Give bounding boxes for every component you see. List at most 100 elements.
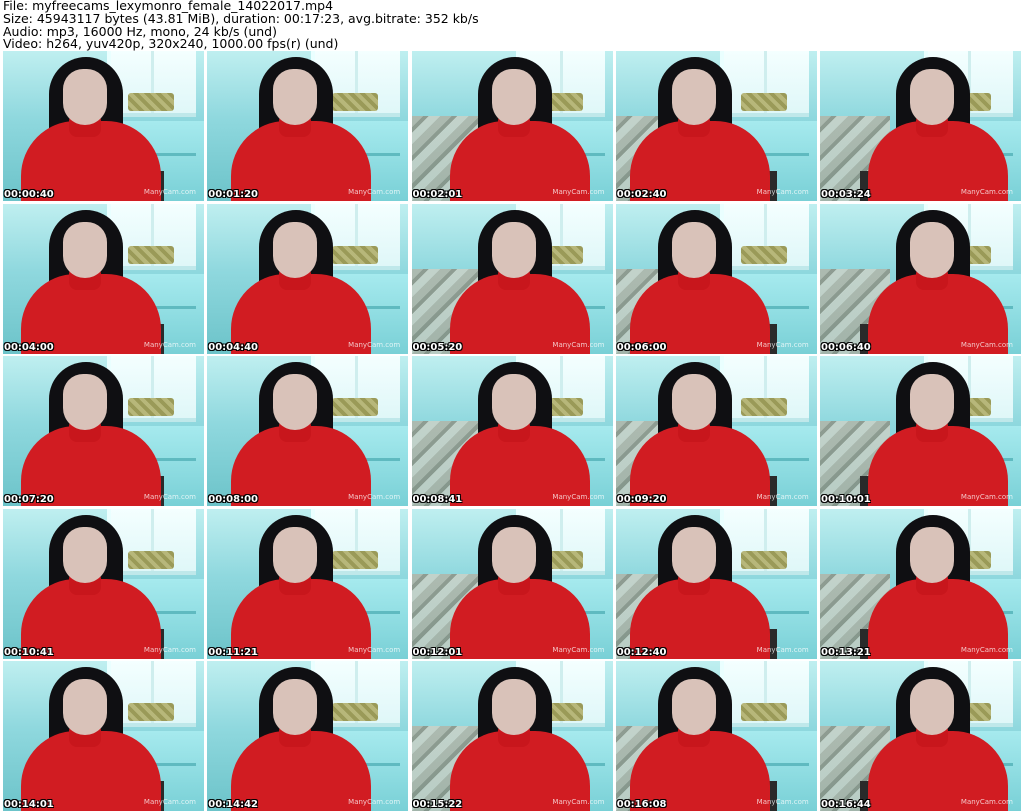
video-thumbnail[interactable]: ManyCam.com 00:13:21: [820, 508, 1021, 659]
pillow-illustration: [740, 703, 787, 721]
pillow-illustration: [740, 550, 787, 569]
face-illustration: [910, 69, 954, 125]
watermark-text: ManyCam.com: [143, 340, 196, 349]
video-thumbnail[interactable]: ManyCam.com 00:16:08: [615, 661, 817, 811]
face-illustration: [63, 679, 107, 735]
watermark-text: ManyCam.com: [552, 798, 605, 806]
pillow-illustration: [332, 93, 379, 111]
watermark-text: ManyCam.com: [756, 188, 809, 196]
face-illustration: [491, 526, 536, 583]
video-thumbnail[interactable]: ManyCam.com 00:16:44: [820, 661, 1021, 811]
video-thumbnail[interactable]: ManyCam.com 00:03:24: [820, 51, 1021, 201]
face-illustration: [671, 374, 716, 430]
thumbnail-timestamp: 00:02:40: [616, 189, 667, 200]
pillow-illustration: [332, 245, 379, 264]
pillow-illustration: [740, 245, 787, 264]
face-illustration: [273, 69, 318, 125]
pillow-illustration: [128, 550, 174, 569]
watermark-text: ManyCam.com: [756, 798, 809, 806]
pillow-illustration: [332, 703, 379, 721]
video-thumbnail[interactable]: ManyCam.com 00:02:40: [615, 51, 817, 201]
watermark-text: ManyCam.com: [143, 493, 196, 501]
face-illustration: [273, 374, 318, 430]
video-thumbnail[interactable]: ManyCam.com 00:14:42: [207, 661, 409, 811]
video-thumbnail[interactable]: ManyCam.com 00:09:20: [615, 356, 817, 506]
watermark-text: ManyCam.com: [143, 188, 196, 196]
watermark-text: ManyCam.com: [348, 798, 401, 806]
thumbnail-timestamp: 00:07:20: [4, 494, 54, 505]
thumbnail-timestamp: 00:04:40: [208, 341, 258, 353]
thumbnail-timestamp: 00:15:22: [412, 799, 463, 810]
face-illustration: [63, 221, 107, 278]
pillow-illustration: [128, 93, 174, 111]
face-illustration: [671, 526, 716, 583]
file-info-header: File: myfreecams_lexymonro_female_140220…: [3, 0, 1021, 51]
video-thumbnail[interactable]: ManyCam.com 00:11:21: [207, 508, 409, 659]
video-thumbnail[interactable]: ManyCam.com 00:01:20: [207, 51, 409, 201]
thumbnail-timestamp: 00:12:40: [616, 646, 667, 658]
thumbnail-timestamp: 00:00:40: [4, 189, 54, 200]
video-thumbnail[interactable]: ManyCam.com 00:10:41: [3, 508, 204, 659]
face-illustration: [910, 374, 954, 430]
thumbnail-timestamp: 00:14:42: [208, 799, 258, 810]
video-thumbnail[interactable]: ManyCam.com 00:05:20: [411, 203, 613, 354]
video-thumbnail[interactable]: ManyCam.com 00:02:01: [411, 51, 613, 201]
pillow-illustration: [332, 550, 379, 569]
video-thumbnail[interactable]: ManyCam.com 00:12:01: [411, 508, 613, 659]
thumbnail-grid: ManyCam.com 00:00:40 ManyCam.com 00:01:20 Ma…: [3, 51, 1021, 811]
video-thumbnail[interactable]: ManyCam.com 00:06:00: [615, 203, 817, 354]
thumbnail-timestamp: 00:08:41: [412, 494, 463, 505]
video-thumbnail[interactable]: ManyCam.com 00:08:41: [411, 356, 613, 506]
pillow-illustration: [740, 93, 787, 111]
face-illustration: [273, 221, 318, 278]
watermark-text: ManyCam.com: [960, 340, 1013, 349]
thumbnail-timestamp: 00:10:41: [4, 646, 54, 658]
face-illustration: [491, 221, 536, 278]
face-illustration: [671, 221, 716, 278]
face-illustration: [910, 679, 954, 735]
thumbnail-timestamp: 00:11:21: [208, 646, 258, 658]
video-thumbnail[interactable]: ManyCam.com 00:12:40: [615, 508, 817, 659]
video-thumbnail[interactable]: ManyCam.com 00:15:22: [411, 661, 613, 811]
video-thumbnail[interactable]: ManyCam.com 00:10:01: [820, 356, 1021, 506]
video-info-line: Video: h264, yuv420p, 320x240, 1000.00 f…: [3, 36, 339, 52]
thumbnail-timestamp: 00:03:24: [821, 189, 871, 200]
pillow-illustration: [128, 245, 174, 264]
watermark-text: ManyCam.com: [756, 645, 809, 654]
face-illustration: [910, 526, 954, 583]
face-illustration: [273, 526, 318, 583]
face-illustration: [63, 69, 107, 125]
thumbnail-timestamp: 00:06:00: [616, 341, 667, 353]
watermark-text: ManyCam.com: [960, 798, 1013, 806]
face-illustration: [671, 679, 716, 735]
video-thumbnail[interactable]: ManyCam.com 00:07:20: [3, 356, 204, 506]
pillow-illustration: [740, 398, 787, 416]
watermark-text: ManyCam.com: [348, 188, 401, 196]
video-thumbnail[interactable]: ManyCam.com 00:04:00: [3, 203, 204, 354]
watermark-text: ManyCam.com: [756, 340, 809, 349]
face-illustration: [63, 374, 107, 430]
video-thumbnail[interactable]: ManyCam.com 00:06:40: [820, 203, 1021, 354]
watermark-text: ManyCam.com: [348, 645, 401, 654]
video-thumbnail[interactable]: ManyCam.com 00:08:00: [207, 356, 409, 506]
video-thumbnail[interactable]: ManyCam.com 00:14:01: [3, 661, 204, 811]
thumbnail-timestamp: 00:04:00: [4, 341, 54, 353]
thumbnail-timestamp: 00:01:20: [208, 189, 258, 200]
thumbnail-timestamp: 00:06:40: [821, 341, 871, 353]
thumbnail-timestamp: 00:16:08: [616, 799, 667, 810]
video-thumbnail[interactable]: ManyCam.com 00:00:40: [3, 51, 204, 201]
watermark-text: ManyCam.com: [552, 188, 605, 196]
thumbnail-timestamp: 00:02:01: [412, 189, 463, 200]
pillow-illustration: [332, 398, 379, 416]
thumbnail-timestamp: 00:09:20: [616, 494, 667, 505]
face-illustration: [491, 69, 536, 125]
face-illustration: [63, 526, 107, 583]
watermark-text: ManyCam.com: [552, 645, 605, 654]
thumbnail-timestamp: 00:13:21: [821, 646, 871, 658]
pillow-illustration: [128, 398, 174, 416]
video-thumbnail[interactable]: ManyCam.com 00:04:40: [207, 203, 409, 354]
watermark-text: ManyCam.com: [348, 340, 401, 349]
face-illustration: [491, 679, 536, 735]
watermark-text: ManyCam.com: [552, 493, 605, 501]
face-illustration: [910, 221, 954, 278]
